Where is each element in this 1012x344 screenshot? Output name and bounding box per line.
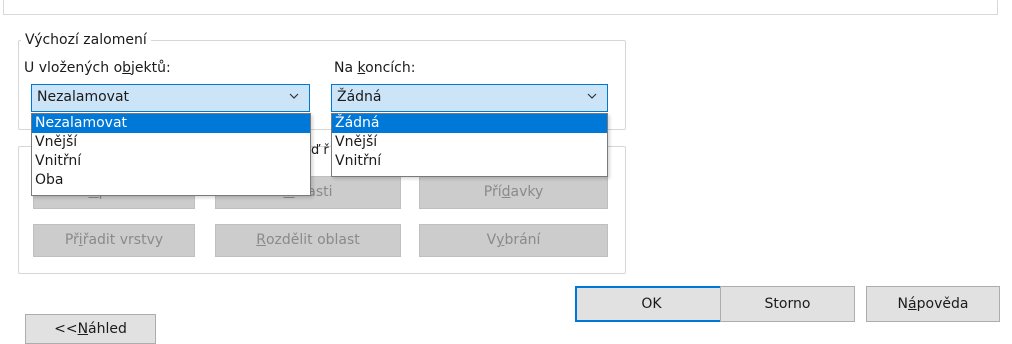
embedded-option-inner[interactable]: Vnitřní — [32, 152, 310, 171]
help-button[interactable]: Nápověda — [866, 286, 1000, 322]
split-area-button[interactable]: Rozdělit oblast — [215, 224, 401, 257]
ends-select[interactable]: Žádná — [331, 84, 608, 112]
embedded-objects-label: U vložených objektů: — [24, 60, 171, 76]
default-wrap-title: Výchozí zalomení — [25, 32, 147, 48]
embedded-objects-dropdown: Nezalamovat Vnější Vnitřní Oba — [31, 113, 311, 196]
ends-value: Žádná — [337, 89, 382, 105]
embedded-option-outer[interactable]: Vnější — [32, 133, 310, 152]
embedded-option-both[interactable]: Oba — [32, 171, 310, 190]
ends-option-inner[interactable]: Vnitřní — [332, 152, 607, 171]
chevron-down-icon — [587, 93, 597, 99]
chevron-down-icon — [289, 93, 299, 99]
selection-button[interactable]: Vybrání — [419, 224, 608, 257]
ends-label: Na koncích: — [334, 60, 416, 76]
ends-option-none[interactable]: Žádná — [332, 114, 607, 133]
embedded-objects-select[interactable]: Nezalamovat — [31, 84, 310, 112]
top-panel — [3, 0, 998, 15]
ok-button[interactable]: OK — [575, 286, 728, 322]
assign-layers-button[interactable]: Přiřadit vrstvy — [33, 224, 195, 257]
embedded-objects-value: Nezalamovat — [37, 89, 130, 105]
ends-option-outer[interactable]: Vnější — [332, 133, 607, 152]
preview-toggle-button[interactable]: << Náhled — [25, 314, 156, 344]
cancel-button[interactable]: Storno — [720, 286, 855, 322]
obscured-group-title-fragment: ď ř — [311, 143, 329, 158]
suffixes-button[interactable]: Přídavky — [419, 176, 608, 209]
embedded-option-none[interactable]: Nezalamovat — [32, 114, 310, 133]
ends-dropdown: Žádná Vnější Vnitřní — [331, 113, 608, 177]
